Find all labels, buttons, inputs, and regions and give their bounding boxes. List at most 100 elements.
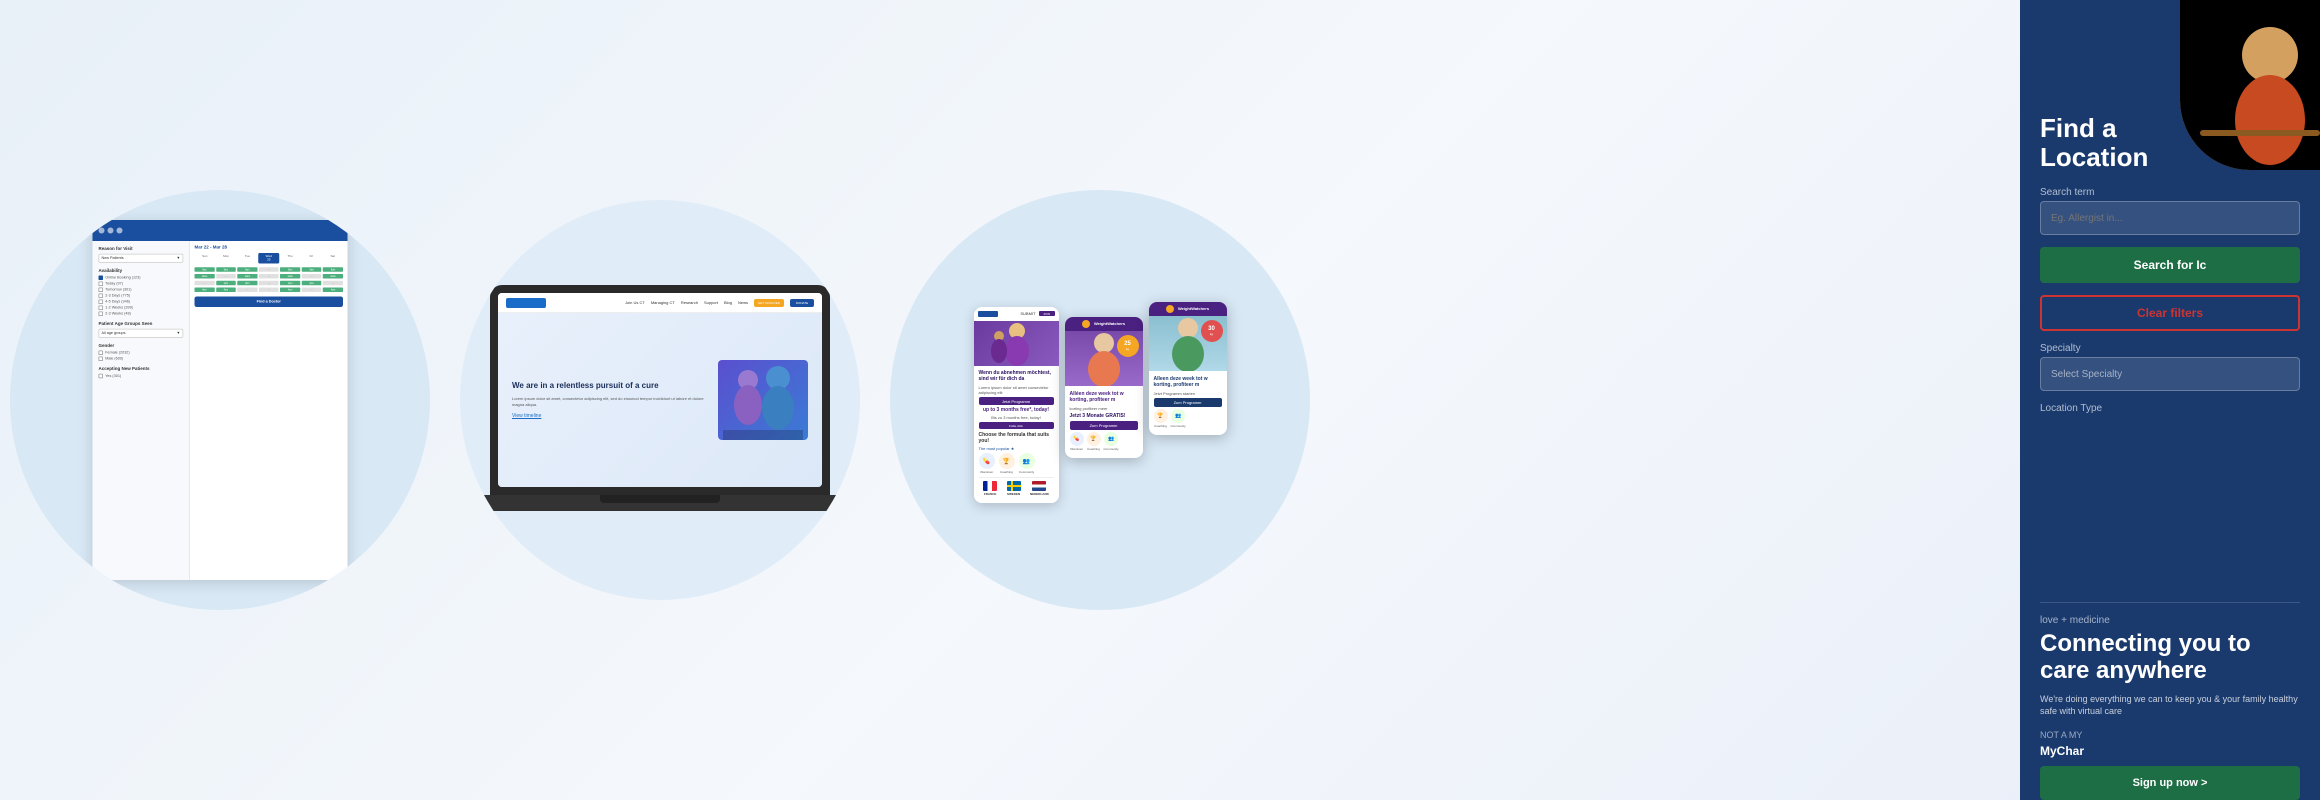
slot-tue-4: — — [237, 288, 257, 293]
reason-dropdown[interactable]: New Patients ▼ — [99, 254, 184, 263]
phone-germany: SUBMIT JOIN — [974, 307, 1059, 503]
slot-sun-2[interactable]: 11am — [195, 274, 215, 279]
search-term-input[interactable] — [2040, 201, 2300, 235]
med-main: Mar 22 - Mar 28 Sun Mon Tue Wed25 Thu Fr… — [190, 241, 348, 580]
circles-row: Reason for Visit New Patients ▼ Availabi… — [0, 190, 2020, 610]
slot-mon-1[interactable]: 9am — [216, 267, 236, 272]
formula-best-plan: The most popular ★ — [979, 446, 1054, 451]
nav-link-5[interactable]: Blog — [724, 300, 732, 305]
nav-link-4[interactable]: Support — [704, 300, 718, 305]
filter-checkbox-today[interactable] — [99, 282, 104, 287]
filter-checkbox-male[interactable] — [99, 357, 104, 362]
france-label: FRANCE — [984, 492, 997, 496]
vitamins-badge-icon: 💊 — [1070, 432, 1084, 446]
phone-follow-btn[interactable]: Follie click — [979, 422, 1054, 429]
laptop-logo — [506, 298, 546, 308]
phone-content-1: Wenn du abnehmen möchtest, sind wir für … — [974, 366, 1059, 503]
ww-badges-3: 🏆 Coaching 👥 Community — [1154, 409, 1222, 428]
med-ui-body: Reason for Visit New Patients ▼ Availabi… — [93, 241, 348, 580]
phone-offer-de: up to 3 months free*, today! — [979, 407, 1054, 413]
love-medicine-text: love + medicine — [2020, 603, 2320, 630]
specialty-select[interactable]: Select Specialty — [2040, 357, 2300, 391]
gender-section: Gender Female (2032) Male (600) — [99, 344, 184, 361]
ww-badge-25kg: 25 kg — [1117, 335, 1139, 357]
sign-up-button[interactable]: Sign up now > — [2040, 766, 2300, 800]
filter-checkbox-female[interactable] — [99, 351, 104, 356]
flag-france: FRANCE — [983, 481, 997, 496]
rp-hero-photo — [2180, 0, 2320, 170]
filter-checkbox-2-3weeks[interactable] — [99, 312, 104, 317]
filter-1-2weeks: 1-2 Weeks (399) — [99, 306, 184, 311]
badge-unit-30: kg — [1210, 332, 1213, 336]
age-dropdown-value: All age groups — [102, 331, 126, 336]
slot-fri-1[interactable]: 9am — [302, 267, 322, 272]
ww-logo-dot-3 — [1166, 305, 1174, 313]
sweden-flag — [1007, 481, 1021, 491]
slot-sat-3: — — [323, 281, 343, 286]
ww-hero-nl: 25 kg — [1065, 331, 1143, 386]
slot-sat-4[interactable]: 4pm — [323, 288, 343, 293]
hero-image — [718, 360, 808, 440]
community-badge-icon: 👥 — [1104, 432, 1118, 446]
phone-join-btn[interactable]: JOIN — [1039, 311, 1055, 316]
slot-tue-2[interactable]: 11am — [237, 274, 257, 279]
ww-logo-text-3: WeightWatchers — [1178, 306, 1209, 311]
age-dropdown[interactable]: All age groups ▼ — [99, 329, 184, 338]
flag-nederland: NEDERLAND — [1030, 481, 1049, 496]
filter-checkbox-tomorrow[interactable] — [99, 288, 104, 293]
slot-sun-4[interactable]: 4pm — [195, 288, 215, 293]
chevron-down-icon-2: ▼ — [177, 331, 181, 336]
slot-mon-4[interactable]: 4pm — [216, 288, 236, 293]
filter-checkbox-yes[interactable] — [99, 374, 104, 379]
slot-mon-3[interactable]: 2pm — [216, 281, 236, 286]
find-doctor-button[interactable]: Find a Doctor — [195, 297, 344, 308]
slot-thu-3[interactable]: 2pm — [280, 281, 300, 286]
specialty-label: Specialty — [2040, 343, 2300, 354]
slot-thu-1[interactable]: 9am — [280, 267, 300, 272]
search-for-button[interactable]: Search for Ic — [2040, 247, 2300, 283]
filter-label-2-3weeks: 2-3 Weeks (48) — [105, 312, 131, 317]
slot-tue-3[interactable]: 2pm — [237, 281, 257, 286]
filter-checkbox-1-2weeks[interactable] — [99, 306, 104, 311]
slot-tue-1[interactable]: 9am — [237, 267, 257, 272]
slot-thu-4[interactable]: 4pm — [280, 288, 300, 293]
circle-medical-scheduling: Reason for Visit New Patients ▼ Availabi… — [10, 190, 430, 610]
nav-link-2[interactable]: Managing CT — [651, 300, 675, 305]
gender-title: Gender — [99, 344, 184, 349]
clear-filters-button[interactable]: Clear filters — [2040, 295, 2300, 331]
phone-cta-de[interactable]: Jetzt Programm — [979, 397, 1054, 405]
laptop-screen: Join Us CT Managing CT Research Support … — [498, 293, 822, 487]
filter-4-5days: 4-5 Days (346) — [99, 300, 184, 305]
sweden-label: SWEDEN — [1007, 492, 1020, 496]
nav-link-3[interactable]: Research — [681, 300, 698, 305]
get-involved-button[interactable]: GET INVOLVED — [754, 299, 784, 307]
nav-link-6[interactable]: News — [738, 300, 748, 305]
hero-text: We are in a relentless pursuit of a cure… — [512, 381, 708, 420]
slot-sun-1[interactable]: 9am — [195, 267, 215, 272]
filter-today: Today (97) — [99, 282, 184, 287]
cal-sun: Sun — [195, 253, 216, 264]
filter-checkbox-4-5days[interactable] — [99, 300, 104, 305]
ww-headline-3: Alleen deze week tot w korting, profitee… — [1154, 376, 1222, 389]
ww-header-nl: WeightWatchers — [1065, 317, 1143, 331]
cal-wed-today: Wed25 — [258, 253, 279, 264]
nav-link-1[interactable]: Join Us CT — [625, 300, 645, 305]
filter-checkbox-online[interactable] — [99, 276, 104, 281]
location-type-label: Location Type — [2040, 403, 2300, 414]
donate-button[interactable]: DONATE — [790, 299, 814, 307]
slot-sat-2[interactable]: 11am — [323, 274, 343, 279]
filter-yes: Yes (301) — [99, 374, 184, 379]
slot-sat-1[interactable]: 9am — [323, 267, 343, 272]
slot-fri-3[interactable]: 2pm — [302, 281, 322, 286]
accepting-title: Accepting New Patients — [99, 367, 184, 372]
filter-checkbox-2-3days[interactable] — [99, 294, 104, 299]
nl-flag — [1032, 481, 1046, 491]
phone-nav-link-1: SUBMIT — [1020, 311, 1035, 316]
ww-cta-3[interactable]: Zum Programm — [1154, 398, 1222, 407]
hero-link[interactable]: View timeline — [512, 413, 708, 419]
ww-community-label-3: Community — [1171, 424, 1186, 428]
community-label: Community — [1019, 470, 1034, 474]
ww-cta-nl[interactable]: Zum Programm — [1070, 421, 1138, 430]
ww-logo-dot-nl — [1082, 320, 1090, 328]
slot-thu-2[interactable]: 11am — [280, 274, 300, 279]
